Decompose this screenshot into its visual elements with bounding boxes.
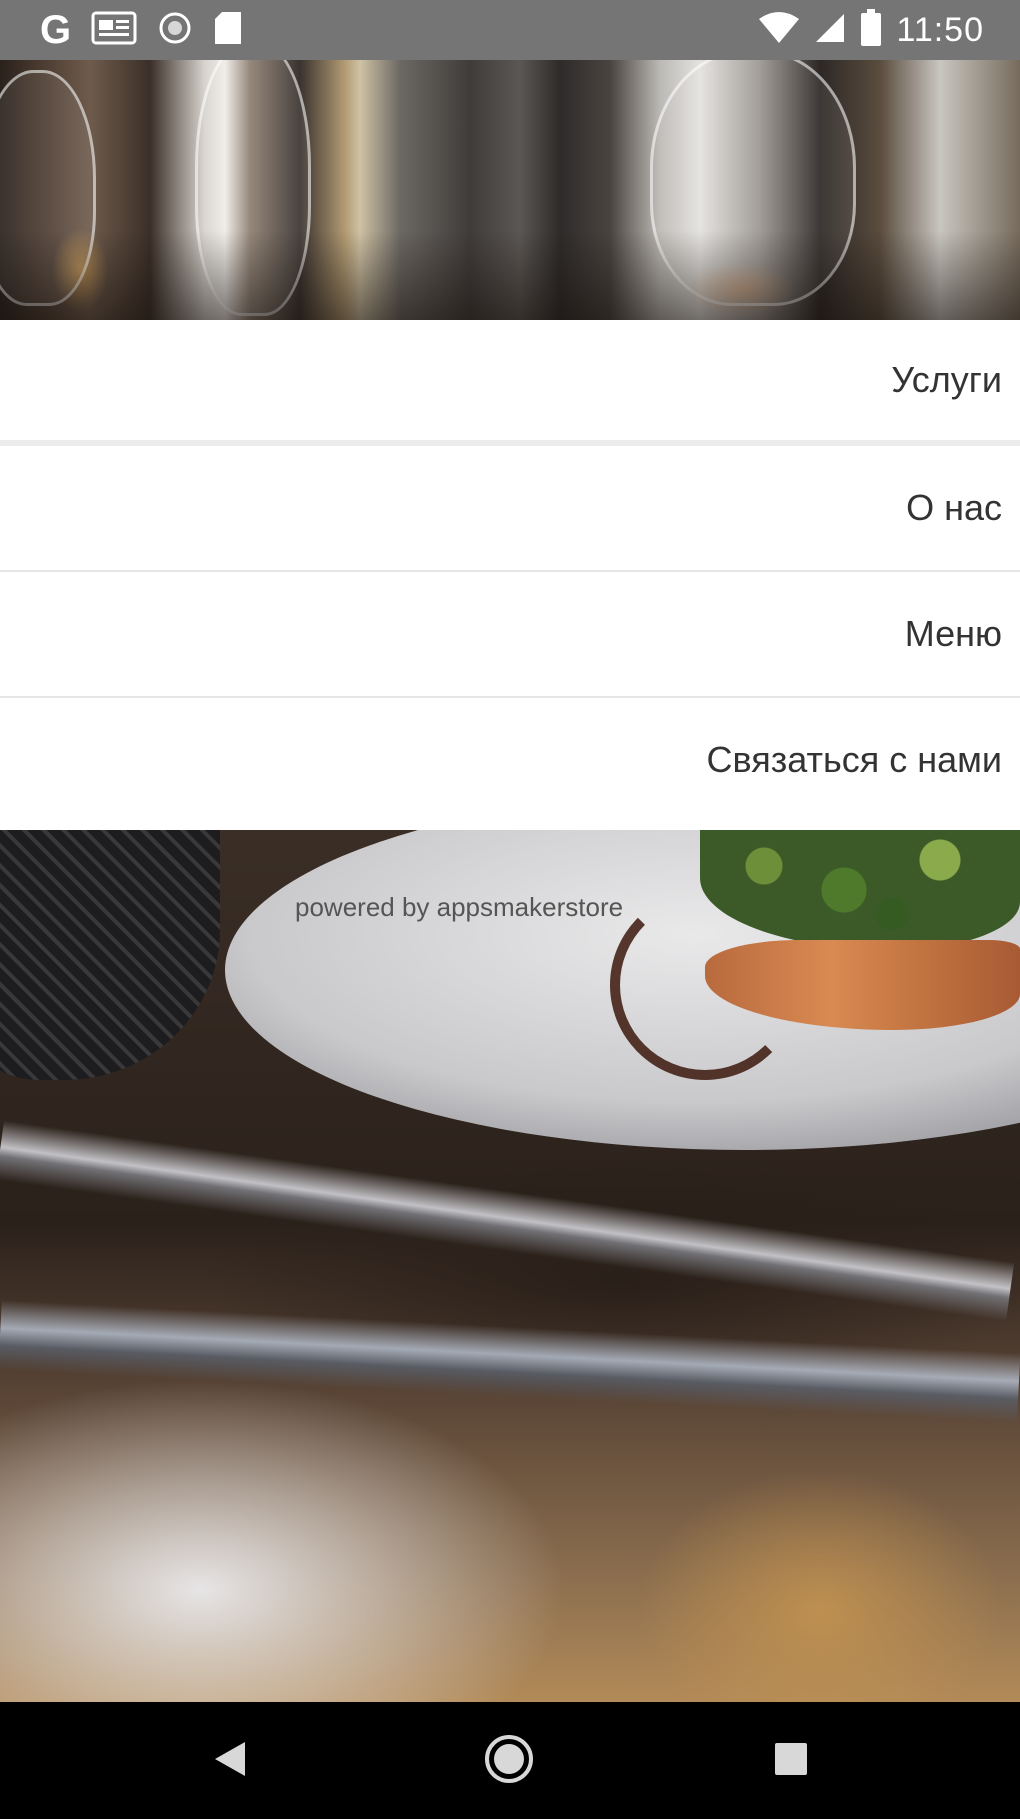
status-bar-system: 11:50 xyxy=(758,0,984,60)
cellular-signal-icon xyxy=(814,12,846,49)
google-icon: G xyxy=(40,8,72,52)
status-bar-notifications: G xyxy=(40,0,243,60)
menu-item-services[interactable]: Услуги xyxy=(0,320,1020,446)
sd-card-icon xyxy=(213,10,243,51)
menu-item-label: Меню xyxy=(904,613,1002,654)
recents-icon xyxy=(773,1741,809,1782)
image-notification-icon xyxy=(91,11,137,50)
powered-by-text[interactable]: powered by appsmakerstore xyxy=(295,892,623,923)
menu-item-label: О нас xyxy=(906,487,1002,528)
status-bar-clock: 11:50 xyxy=(896,11,984,49)
status-bar: G 11:50 xyxy=(0,0,1020,60)
back-icon xyxy=(213,1740,247,1783)
app-screen: G 11:50 Услуги О нас Меню Связаться с на… xyxy=(0,0,1020,1819)
menu-item-label: Услуги xyxy=(891,359,1002,400)
knife-image xyxy=(0,1300,1020,1424)
menu-item-about-us[interactable]: О нас xyxy=(0,446,1020,572)
menu-item-menu[interactable]: Меню xyxy=(0,572,1020,698)
wifi-icon xyxy=(758,11,800,50)
bread-basket-image xyxy=(0,830,220,1080)
battery-icon xyxy=(860,8,882,52)
menu-item-label: Связаться с нами xyxy=(706,739,1002,780)
circle-notification-icon xyxy=(157,10,193,51)
home-button[interactable] xyxy=(484,1734,534,1789)
background-image: powered by appsmakerstore xyxy=(0,830,1020,1702)
wine-glass-image xyxy=(0,70,96,306)
recents-button[interactable] xyxy=(766,1736,816,1786)
wine-glass-image xyxy=(195,60,311,316)
menu-item-contact-us[interactable]: Связаться с нами xyxy=(0,698,1020,822)
home-icon xyxy=(484,1734,534,1789)
back-button[interactable] xyxy=(205,1736,255,1786)
wine-glass-image xyxy=(650,60,856,306)
navigation-bar xyxy=(0,1702,1020,1819)
header-image xyxy=(0,60,1020,320)
fork-image xyxy=(0,1120,1015,1322)
main-menu: Услуги О нас Меню Связаться с нами xyxy=(0,320,1020,822)
